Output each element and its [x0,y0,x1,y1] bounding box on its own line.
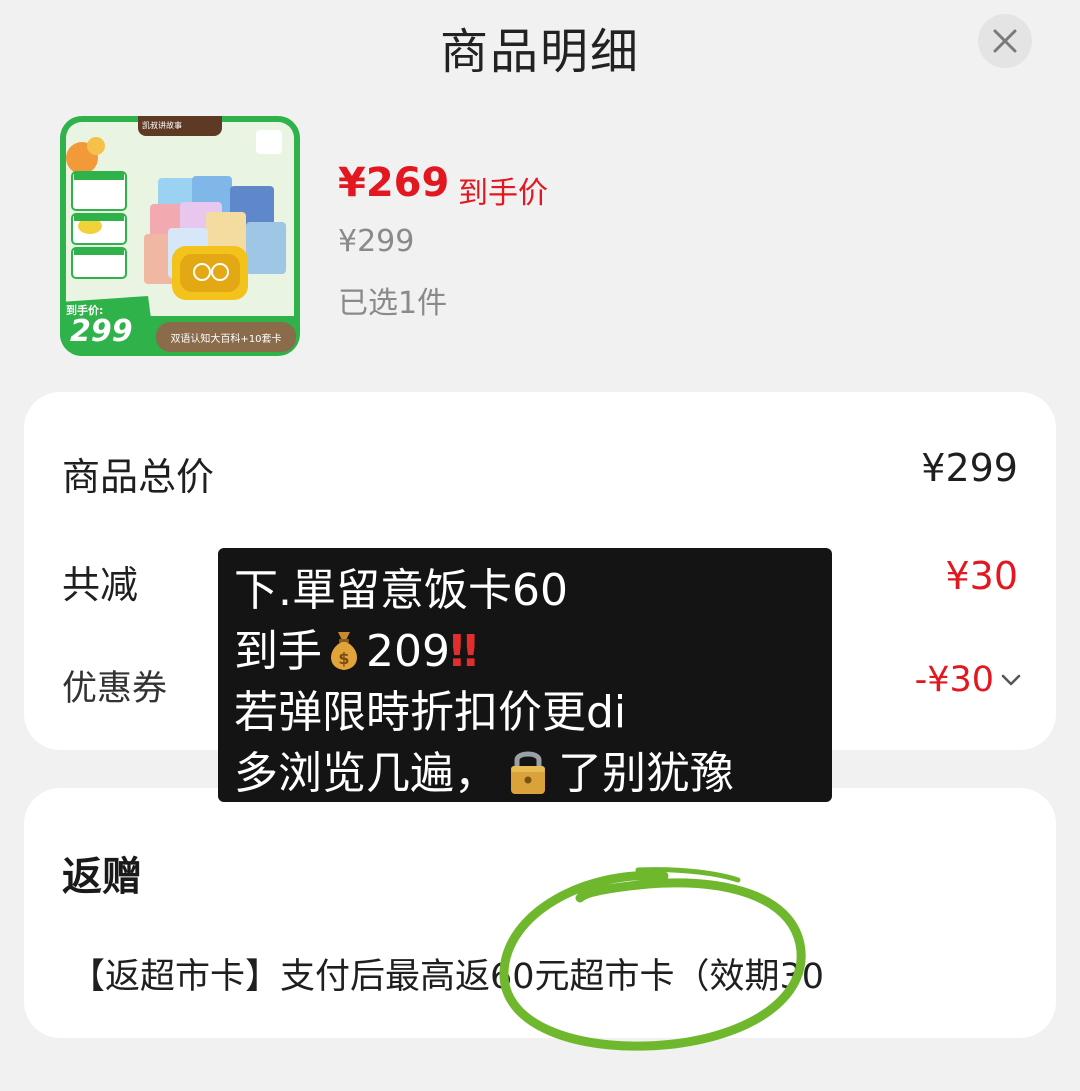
close-button[interactable] [978,14,1032,68]
original-price: ¥299 [338,224,415,259]
thumbnail-banner: 双语认知大百科+10套卡 [156,322,296,352]
product-detail-sheet: 商品明细 凯叔讲故事 到手价: 299 双语认知大百科+10套卡 ¥269 到手… [0,0,1080,1091]
promo-overlay: 下.單留意饭卡60 到手 $ 209‼ 若弹限時折扣价更di 多浏览几遍， 了别… [218,548,832,802]
overlay-line-1: 下.單留意饭卡60 [234,565,568,616]
total-price-label: 商品总价 [62,455,215,499]
sheet-header: 商品明细 [0,0,1080,90]
brand-text: 凯叔讲故事 [142,121,182,130]
gift-card: 返赠 【返超市卡】支付后最高返60元超市卡（效期30 [24,788,1056,1038]
chevron-down-icon [1001,674,1021,686]
selected-quantity: 已选1件 [338,286,448,321]
product-info: 凯叔讲故事 到手价: 299 双语认知大百科+10套卡 ¥269 到手价 ¥29… [60,116,1020,356]
product-thumbnail[interactable]: 凯叔讲故事 到手价: 299 双语认知大百科+10套卡 [60,116,300,356]
page-title: 商品明细 [439,24,640,80]
lock-icon [511,751,545,794]
gift-title: 返赠 [62,854,142,900]
discount-label: 共减 [62,563,139,607]
coupon-selector[interactable]: -¥30 [915,660,1022,700]
discount-value: ¥30 [945,554,1018,598]
final-price-label: 到手价 [458,176,548,211]
gift-description: 【返超市卡】支付后最高返60元超市卡（效期30 [70,957,825,997]
total-price-value: ¥299 [921,446,1018,490]
overlay-line-4-prefix: 多浏览几遍， [234,748,498,799]
overlay-line-2-amount: 209 [366,626,450,677]
overlay-line-2: 到手 $ 209‼ [234,621,832,682]
overlay-line-4-suffix: 了别犹豫 [558,748,734,799]
coupon-label: 优惠券 [62,669,168,709]
double-exclamation-icon: ‼ [449,626,478,677]
final-price: ¥269 [338,160,450,206]
close-icon [993,29,1017,53]
money-bag-icon: $ [331,632,357,670]
thumbnail-price: 299 [70,314,133,349]
overlay-line-3: 若弹限時折扣价更di [234,687,627,738]
svg-text:$: $ [338,649,349,668]
overlay-line-2-prefix: 到手 [234,626,322,677]
overlay-line-4: 多浏览几遍， 了别犹豫 [234,743,832,804]
coupon-value: -¥30 [914,660,994,700]
